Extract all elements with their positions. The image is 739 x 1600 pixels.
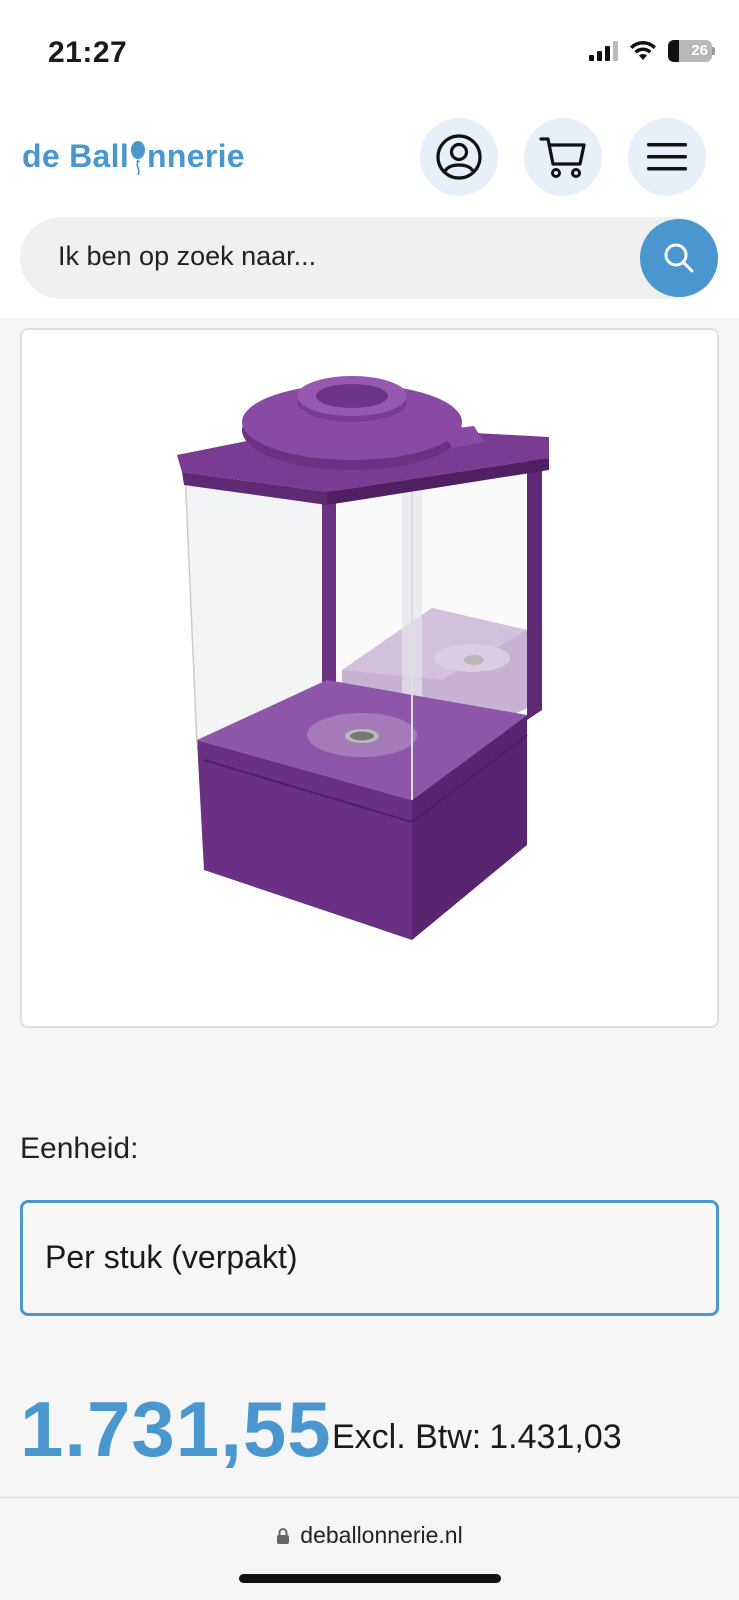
price-excl-vat: Excl. Btw: 1.431,03 [332,1418,622,1457]
unit-select[interactable]: Per stuk (verpakt) [20,1200,719,1316]
status-icons: 26 [589,40,715,62]
logo-text-end: nnerie [147,138,245,174]
account-button[interactable] [420,118,498,196]
cellular-signal-icon [589,41,618,61]
menu-button[interactable] [628,118,706,196]
product-image [177,376,549,940]
wifi-icon [630,40,656,60]
status-time: 21:27 [48,36,128,69]
search-bar[interactable]: Ik ben op zoek naar... [20,217,718,299]
status-bar: 21:27 26 [0,0,739,100]
user-circle-icon [436,134,482,180]
url-text[interactable]: deballonnerie.nl [300,1522,462,1549]
product-image-card[interactable] [20,328,719,1028]
site-logo[interactable]: de Ball nnerie [22,138,245,175]
lock-icon [277,1527,290,1544]
price-excl-label: Excl. Btw: [332,1418,482,1456]
cart-icon [539,137,586,178]
site-header: de Ball nnerie Ik ben op zoek naar... [0,100,739,318]
search-input[interactable]: Ik ben op zoek naar... [58,241,316,272]
battery-level: 26 [691,42,708,59]
price-excl-amount: 1.431,03 [489,1418,622,1456]
unit-selected-value: Per stuk (verpakt) [45,1239,298,1275]
price-amount: 1.731,55 [20,1385,332,1473]
logo-text-start: de Ball [22,138,130,174]
home-indicator[interactable] [239,1574,501,1583]
unit-label: Eenheid: [20,1132,139,1165]
browser-url-bar[interactable]: deballonnerie.nl [0,1497,739,1600]
battery-indicator: 26 [668,40,715,62]
search-button[interactable] [640,219,718,297]
cart-button[interactable] [524,118,602,196]
search-icon [664,243,694,273]
balloon-icon [130,139,146,175]
hamburger-menu-icon [647,143,687,171]
